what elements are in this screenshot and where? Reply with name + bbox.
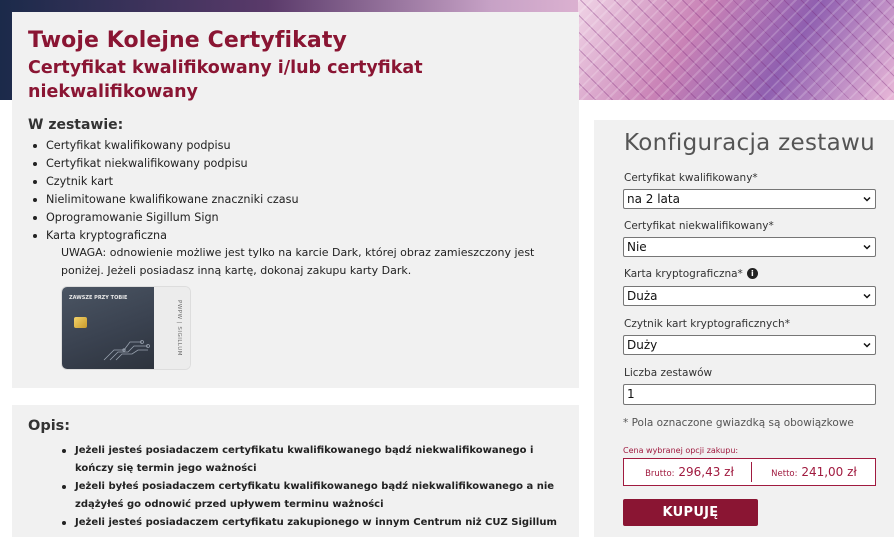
list-item: Jeżeli byłeś posiadaczem certyfikatu kwa… [62, 478, 565, 514]
crypto-card-label-text: Karta kryptograficzna* [624, 268, 743, 280]
select-value: Duża [627, 289, 658, 303]
card-reader-label: Czytnik kart kryptograficznych* [624, 318, 790, 330]
select-value: Nie [627, 240, 647, 254]
price-label: Cena wybranej opcji zakupu: [623, 446, 739, 455]
list-item: Oprogramowanie Sigillum Sign [33, 209, 299, 227]
buy-button[interactable]: KUPUJĘ [623, 499, 758, 526]
crypto-card-label: Karta kryptograficzna* i [624, 268, 758, 280]
set-list: Certyfikat kwalifikowany podpisu Certyfi… [33, 137, 299, 245]
gross-price: Brutto: 296,43 zł [632, 459, 747, 485]
description-heading: Opis: [28, 418, 71, 434]
chevron-down-icon [863, 342, 871, 348]
set-heading: W zestawie: [28, 117, 124, 133]
info-icon[interactable]: i [746, 268, 758, 279]
price-divider [751, 462, 752, 482]
net-label: Netto: [771, 469, 798, 479]
card-brand-logo: PWPW | SIGILLUM [176, 300, 182, 356]
list-item: Jeżeli jesteś posiadaczem certyfikatu za… [62, 514, 565, 532]
renewal-note: UWAGA: odnowienie możliwe jest tylko na … [61, 246, 535, 277]
hero-banner-image [578, 0, 894, 100]
list-item: Certyfikat niekwalifikowany podpisu [33, 155, 299, 173]
card-reader-select[interactable]: Duży [623, 335, 876, 355]
net-price: Netto: 241,00 zł [755, 459, 873, 485]
page-title: Twoje Kolejne Certyfikaty [28, 28, 347, 53]
list-item: Certyfikat kwalifikowany podpisu [33, 137, 299, 155]
description-list: Jeżeli jesteś posiadaczem certyfikatu kw… [62, 442, 565, 532]
quantity-input[interactable]: 1 [623, 384, 876, 405]
gross-value: 296,43 zł [678, 465, 734, 479]
non-qualified-cert-label: Certyfikat niekwalifikowany* [624, 220, 774, 232]
non-qualified-cert-select[interactable]: Nie [623, 237, 876, 257]
list-item: Nielimitowane kwalifikowane znaczniki cz… [33, 191, 299, 209]
crypto-card-select[interactable]: Duża [623, 286, 876, 306]
list-item: Czytnik kart [33, 173, 299, 191]
circuit-pattern-icon [103, 340, 150, 361]
list-item: Jeżeli jesteś posiadaczem certyfikatu kw… [62, 442, 565, 478]
quantity-label: Liczba zestawów [624, 367, 713, 379]
config-title: Konfiguracja zestawu [624, 130, 875, 156]
select-value: na 2 lata [627, 192, 680, 206]
qualified-cert-select[interactable]: na 2 lata [623, 189, 876, 209]
card-tagline: ZAWSZE PRZY TOBIE [69, 295, 128, 301]
chevron-down-icon [863, 196, 871, 202]
chevron-down-icon [863, 244, 871, 250]
list-item: Karta kryptograficzna [33, 227, 299, 245]
price-box: Brutto: 296,43 zł Netto: 241,00 zł [623, 458, 876, 486]
net-value: 241,00 zł [801, 465, 857, 479]
select-value: Duży [627, 338, 658, 352]
qualified-cert-label: Certyfikat kwalifikowany* [624, 172, 758, 184]
page-subtitle: Certyfikat kwalifikowany i/lub certyfika… [28, 58, 423, 102]
chevron-down-icon [863, 293, 871, 299]
required-fields-note: * Pola oznaczone gwiazdką są obowiązkowe [623, 417, 854, 429]
chip-icon [74, 317, 87, 328]
dark-card-image: ZAWSZE PRZY TOBIE PWPW | SIGILLUM [62, 287, 190, 369]
gross-label: Brutto: [645, 469, 675, 479]
